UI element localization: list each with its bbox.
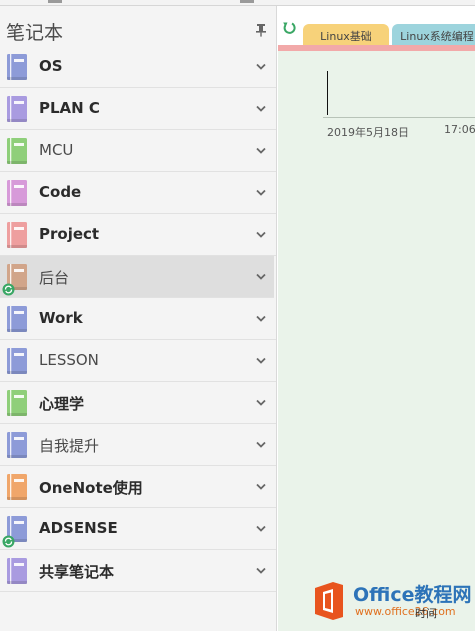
chevron-down-icon[interactable]: [256, 189, 266, 196]
chevron-down-icon[interactable]: [256, 483, 266, 490]
back-icon[interactable]: [281, 19, 297, 35]
top-strip-mark: [240, 0, 254, 3]
chevron-down-icon[interactable]: [256, 273, 266, 280]
notebook-item[interactable]: Code: [0, 172, 276, 214]
chevron-down-icon[interactable]: [256, 231, 266, 238]
notebook-label: PLAN C: [39, 99, 100, 117]
chevron-down-icon[interactable]: [256, 315, 266, 322]
notebook-icon: [7, 474, 27, 500]
notebook-label: 心理学: [39, 395, 85, 413]
notebook-pane: 笔记本 OS PLAN C MCU Code Project 后台 Work LESSON 心理…: [0, 6, 277, 631]
notebook-icon: [7, 222, 27, 248]
note-page[interactable]: 2019年5月18日 17:06: [278, 51, 475, 631]
top-strip-mark: [48, 0, 62, 3]
notebook-icon: [7, 432, 27, 458]
notebook-icon: [7, 558, 27, 584]
chevron-down-icon[interactable]: [256, 441, 266, 448]
notebook-item[interactable]: Work: [0, 298, 276, 340]
notebook-item[interactable]: PLAN C: [0, 88, 276, 130]
notebook-item[interactable]: ADSENSE: [0, 508, 276, 550]
tab-linux-basics[interactable]: Linux基础: [303, 24, 389, 45]
notebook-icon: [7, 54, 27, 80]
notebook-label: MCU: [39, 141, 74, 159]
notebook-icon: [7, 348, 27, 374]
pane-title: 笔记本: [6, 22, 64, 44]
title-rule: [323, 117, 475, 118]
notebook-icon: [7, 390, 27, 416]
notebook-item[interactable]: 后台: [0, 256, 274, 298]
notebook-item[interactable]: Project: [0, 214, 276, 256]
chevron-down-icon[interactable]: [256, 399, 266, 406]
notebook-label: LESSON: [39, 351, 99, 369]
notebook-icon: [7, 306, 27, 332]
text-cursor: [327, 71, 328, 115]
notebook-item[interactable]: 心理学: [0, 382, 276, 424]
notebook-icon: [7, 138, 27, 164]
tab-label: Linux基础: [320, 30, 372, 43]
watermark-brand: Office教程网: [353, 584, 472, 606]
notebook-label: Project: [39, 225, 100, 243]
notebook-list: OS PLAN C MCU Code Project 后台 Work LESSON 心理学自我提…: [0, 46, 276, 592]
notebook-item[interactable]: 共享笔记本: [0, 550, 276, 592]
tab-label: Linux系统编程: [400, 30, 474, 43]
office-logo-icon: [315, 582, 343, 620]
notebook-label: 共享笔记本: [39, 563, 115, 581]
page-time: 17:06: [444, 123, 475, 136]
chevron-down-icon[interactable]: [256, 63, 266, 70]
notebook-item[interactable]: OS: [0, 46, 276, 88]
notebook-icon: [7, 180, 27, 206]
notebook-item[interactable]: 自我提升: [0, 424, 276, 466]
notebook-item[interactable]: MCU: [0, 130, 276, 172]
notebook-item[interactable]: OneNote使用: [0, 466, 276, 508]
sync-icon: [2, 535, 15, 548]
watermark: Office教程网 www.office26.com 时间: [311, 576, 475, 626]
notebook-label: Code: [39, 183, 82, 201]
watermark-url: www.office26.com: [355, 605, 456, 618]
notebook-label: Work: [39, 309, 83, 327]
notebook-icon: [7, 96, 27, 122]
notebook-label: OS: [39, 57, 63, 75]
watermark-cover-text: 时间: [415, 607, 437, 620]
notebook-label: 自我提升: [39, 437, 100, 455]
pin-icon[interactable]: [254, 23, 268, 37]
chevron-down-icon[interactable]: [256, 105, 266, 112]
chevron-down-icon[interactable]: [256, 357, 266, 364]
chevron-down-icon[interactable]: [256, 525, 266, 532]
sync-icon: [2, 283, 15, 296]
notebook-item[interactable]: LESSON: [0, 340, 276, 382]
notebook-label: 后台: [39, 269, 70, 287]
notebook-label: OneNote使用: [39, 479, 143, 497]
notebook-pane-header: 笔记本: [0, 6, 276, 46]
chevron-down-icon[interactable]: [256, 567, 266, 574]
chevron-down-icon[interactable]: [256, 147, 266, 154]
section-tabbar: Linux基础 Linux系统编程: [278, 6, 475, 45]
page-date: 2019年5月18日: [327, 126, 409, 139]
notebook-label: ADSENSE: [39, 519, 118, 537]
tab-linux-system-programming[interactable]: Linux系统编程: [392, 24, 475, 45]
page-content-pane: Linux基础 Linux系统编程 2019年5月18日 17:06: [278, 6, 475, 631]
